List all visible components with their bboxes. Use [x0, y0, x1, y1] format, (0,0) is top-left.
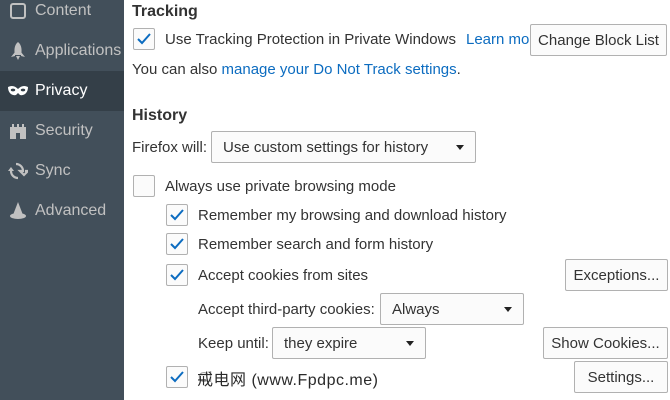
- sidebar-item-label: Security: [35, 122, 93, 139]
- third-party-cookies-label: Accept third-party cookies:: [198, 301, 375, 318]
- sidebar-item-label: Applications: [35, 42, 122, 59]
- sidebar-item-label: Advanced: [35, 202, 107, 219]
- accept-cookies-checkbox[interactable]: [166, 264, 188, 286]
- checkmark-icon: [137, 33, 151, 45]
- checkmark-icon: [170, 209, 184, 221]
- dropdown-caret-icon: [456, 145, 464, 150]
- remember-search-checkbox[interactable]: [166, 233, 188, 255]
- keep-until-label: Keep until:: [198, 335, 269, 352]
- sidebar-item-label: Sync: [35, 162, 71, 179]
- sidebar-item-applications[interactable]: Applications: [0, 31, 124, 71]
- third-party-cookies-value: Always: [392, 300, 440, 318]
- checkmark-icon: [170, 371, 184, 383]
- change-block-list-button[interactable]: Change Block List: [530, 24, 667, 56]
- checkmark-icon: [170, 238, 184, 250]
- firefox-will-label: Firefox will:: [132, 139, 208, 156]
- history-mode-select[interactable]: Use custom settings for history: [211, 131, 476, 163]
- remember-browsing-label: Remember my browsing and download histor…: [198, 207, 507, 224]
- dnt-suffix: .: [456, 61, 461, 78]
- always-private-label: Always use private browsing mode: [165, 178, 396, 195]
- sidebar-item-privacy[interactable]: Privacy: [0, 71, 124, 111]
- dnt-line: You can also manage your Do Not Track se…: [132, 61, 461, 78]
- show-cookies-button[interactable]: Show Cookies...: [543, 327, 668, 359]
- sidebar-item-label: Privacy: [35, 82, 88, 99]
- wizard-hat-icon: [0, 201, 35, 221]
- checkmark-icon: [170, 269, 184, 281]
- sidebar-item-content[interactable]: Content: [0, 0, 124, 31]
- castle-icon: [0, 122, 35, 140]
- settings-button[interactable]: Settings...: [574, 361, 668, 393]
- learn-more-link[interactable]: Learn mo: [466, 31, 529, 48]
- remember-search-label: Remember search and form history: [198, 236, 434, 253]
- accept-cookies-label: Accept cookies from sites: [198, 267, 369, 284]
- sidebar-item-label: Content: [35, 2, 92, 19]
- history-mode-value: Use custom settings for history: [223, 138, 429, 156]
- clear-history-checkbox[interactable]: [166, 366, 188, 388]
- content-icon: [0, 2, 35, 20]
- dnt-prefix: You can also: [132, 61, 222, 78]
- dropdown-caret-icon: [406, 341, 414, 346]
- keep-until-value: they expire: [284, 334, 358, 352]
- remember-browsing-checkbox[interactable]: [166, 204, 188, 226]
- sidebar-item-sync[interactable]: Sync: [0, 151, 124, 191]
- watermark-text: 戒电网 (www.Fpdpc.me): [197, 366, 379, 390]
- tracking-protection-checkbox[interactable]: [133, 28, 155, 50]
- privacy-pane: Tracking Use Tracking Protection in Priv…: [124, 0, 670, 400]
- exceptions-button[interactable]: Exceptions...: [565, 259, 668, 291]
- keep-until-select[interactable]: they expire: [272, 327, 426, 359]
- tracking-protection-label: Use Tracking Protection in Private Windo…: [165, 31, 456, 48]
- sidebar: Content Applications Privacy Security Sy…: [0, 0, 124, 400]
- tracking-heading: Tracking: [132, 3, 198, 20]
- third-party-cookies-select[interactable]: Always: [380, 293, 524, 325]
- sidebar-item-advanced[interactable]: Advanced: [0, 191, 124, 231]
- dropdown-caret-icon: [504, 307, 512, 312]
- dnt-settings-link[interactable]: manage your Do Not Track settings: [222, 61, 457, 78]
- sidebar-item-security[interactable]: Security: [0, 111, 124, 151]
- sync-icon: [0, 161, 35, 181]
- always-private-checkbox[interactable]: [133, 175, 155, 197]
- mask-icon: [0, 84, 35, 98]
- history-heading: History: [132, 107, 188, 124]
- rocket-icon: [0, 41, 35, 61]
